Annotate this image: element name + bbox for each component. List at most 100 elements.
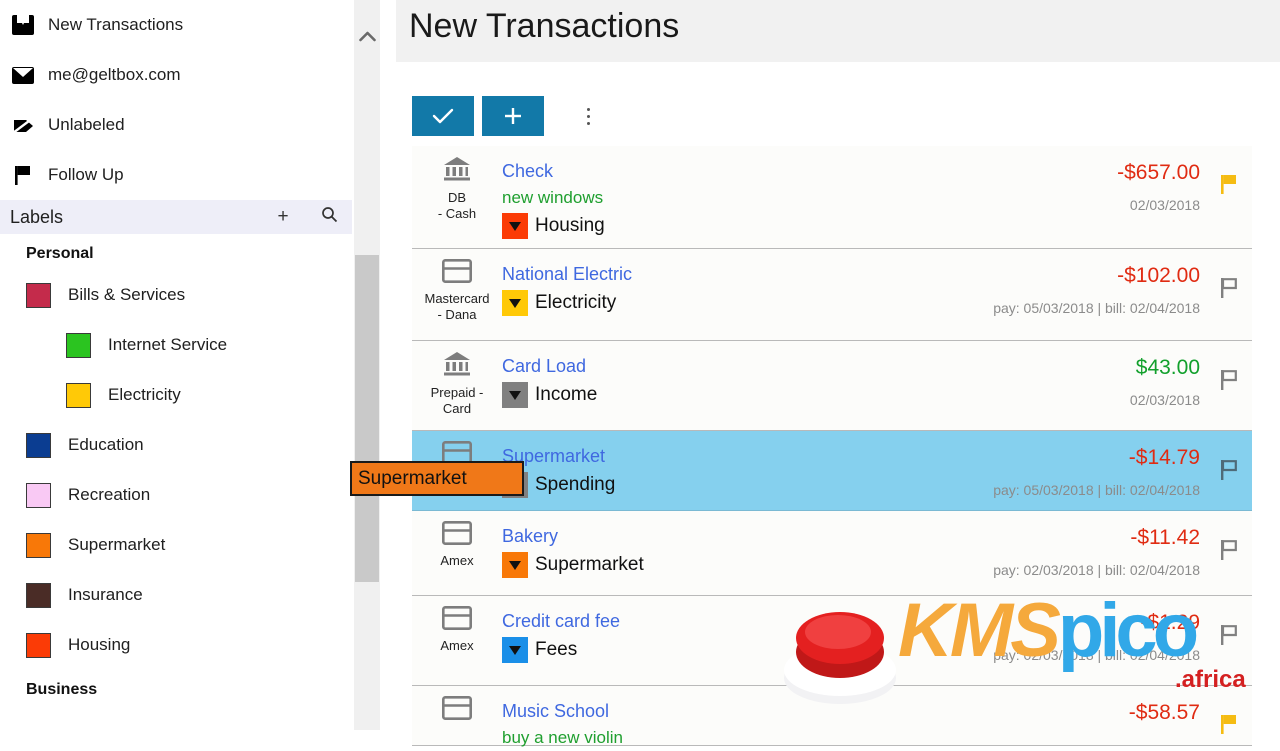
label-text: Housing [68,635,131,654]
kebab-dot [586,114,590,118]
transaction-flag-button[interactable] [1208,146,1252,248]
transaction-payee[interactable]: Check [502,157,918,185]
transaction-flag-button[interactable] [1208,686,1252,745]
transaction-flag-button[interactable] [1208,341,1252,430]
account-name-line: DB [447,190,467,205]
account-name-line: Mastercard [424,291,490,306]
transaction-note: new windows [502,188,604,207]
transaction-category[interactable]: Fees [502,637,918,663]
app-root: New Transactions me@geltbox.com Unlabele… [0,0,1280,747]
table-row[interactable]: Mastercard - Dana National Electric Electri… [412,249,1252,341]
transaction-body: Check new windows Housing [502,146,918,248]
chevron-down-icon [509,221,521,231]
flag-icon [10,162,48,188]
sidebar-item-email[interactable]: me@geltbox.com [0,50,352,100]
sidebar-label-internet-service[interactable]: Internet Service [0,320,352,370]
sidebar-item-new-transactions[interactable]: New Transactions [0,0,352,50]
sidebar-scrollbar[interactable] [354,0,380,730]
table-row[interactable]: Supermarket Spending -$14.79 pay: 05/03/201… [412,431,1252,511]
table-row[interactable]: Music School buy a new violin -$58.57 [412,686,1252,747]
label-text: Insurance [68,585,143,604]
chevron-down-icon [509,390,521,400]
transaction-category[interactable]: Supermarket [502,552,918,578]
table-row[interactable]: DB - Cash Check new windows Housing -$657.00 0… [412,146,1252,249]
transaction-payee[interactable]: Bakery [502,522,918,550]
sidebar-item-label: Unlabeled [48,115,125,134]
transaction-category[interactable]: Electricity [502,290,918,316]
sidebar-item-label: me@geltbox.com [48,65,181,84]
add-button[interactable] [482,96,544,136]
transaction-note: buy a new violin [502,728,623,747]
sidebar-label-recreation[interactable]: Recreation [0,470,352,520]
transaction-account: Amex [412,511,502,595]
transaction-date: pay: 02/03/2018 | bill: 02/04/2018 [993,647,1200,663]
transaction-account [412,686,502,745]
sidebar-label-housing[interactable]: Housing [0,620,352,670]
label-text: Recreation [68,485,151,504]
table-row[interactable]: Prepaid - Card Card Load Income $43.00 02/03/… [412,341,1252,431]
transaction-flag-button[interactable] [1208,431,1252,510]
chevron-down-icon [509,645,521,655]
account-name: DB - Cash [412,190,502,222]
transaction-payee[interactable]: National Electric [502,260,918,288]
sidebar-label-supermarket[interactable]: Supermarket [0,520,352,570]
category-label: Housing [535,215,605,236]
account-name: Amex [412,638,502,654]
transaction-body: Bakery Supermarket [502,511,918,595]
category-color-swatch[interactable] [502,213,528,239]
scrollbar-thumb[interactable] [355,255,379,582]
transaction-payee[interactable]: Supermarket [502,442,918,470]
category-color-swatch[interactable] [502,290,528,316]
card-icon [441,695,472,725]
category-color-swatch[interactable] [502,552,528,578]
transaction-account: DB - Cash [412,146,502,248]
category-color-swatch[interactable] [502,382,528,408]
transaction-flag-button[interactable] [1208,511,1252,595]
sidebar-label-education[interactable]: Education [0,420,352,470]
label-text: Education [68,435,144,454]
table-row[interactable]: Amex Credit card fee Fees -$1.29 pay: 02/03/… [412,596,1252,686]
confirm-button[interactable] [412,96,474,136]
transaction-amount-block: -$14.79 pay: 05/03/2018 | bill: 02/04/201… [918,431,1208,510]
transaction-payee[interactable]: Credit card fee [502,607,918,635]
page-header: New Transactions [396,0,1280,62]
color-swatch [26,532,51,558]
drag-chip-label: Supermarket [358,467,467,489]
scroll-up-icon[interactable] [354,22,380,50]
sidebar-label-insurance[interactable]: Insurance [0,570,352,620]
more-options-button[interactable] [568,96,608,136]
category-color-swatch[interactable] [502,637,528,663]
transaction-amount-block: -$657.00 02/03/2018 [918,146,1208,248]
sidebar-label-bills-services[interactable]: Bills & Services [0,270,352,320]
page-title: New Transactions [409,7,680,45]
main-content: New Transactions DB - Cash Check new window… [380,0,1280,747]
account-name-line: Prepaid - [430,385,484,400]
label-text: Bills & Services [68,285,186,304]
transaction-flag-button[interactable] [1208,596,1252,685]
transaction-body: Supermarket Spending [502,431,918,510]
card-icon [441,520,472,550]
table-row[interactable]: Amex Bakery Supermarket -$11.42 pay: 02/03/2… [412,511,1252,596]
transaction-payee[interactable]: Card Load [502,352,918,380]
category-label: Fees [535,639,578,660]
transaction-account: Prepaid - Card [412,341,502,430]
transaction-amount-block: $43.00 02/03/2018 [918,341,1208,430]
sidebar-item-follow-up[interactable]: Follow Up [0,150,352,200]
transaction-body: Card Load Income [502,341,918,430]
transaction-amount: -$657.00 [1117,161,1200,184]
drag-label-chip: Supermarket [350,461,524,496]
transaction-payee[interactable]: Music School [502,697,918,725]
inbox-icon [10,12,48,38]
sidebar-item-unlabeled[interactable]: Unlabeled [0,100,352,150]
add-label-button[interactable]: + [260,206,306,228]
search-icon[interactable] [306,206,352,229]
transaction-category[interactable]: Spending [502,472,918,498]
color-swatch [66,332,91,358]
card-icon [441,605,472,635]
sidebar-label-electricity[interactable]: Electricity [0,370,352,420]
transaction-category[interactable]: Housing [502,213,918,239]
transaction-category[interactable]: Income [502,382,918,408]
transaction-amount: -$14.79 [1128,446,1200,469]
transaction-flag-button[interactable] [1208,249,1252,340]
transaction-date: 02/03/2018 [1129,197,1200,213]
